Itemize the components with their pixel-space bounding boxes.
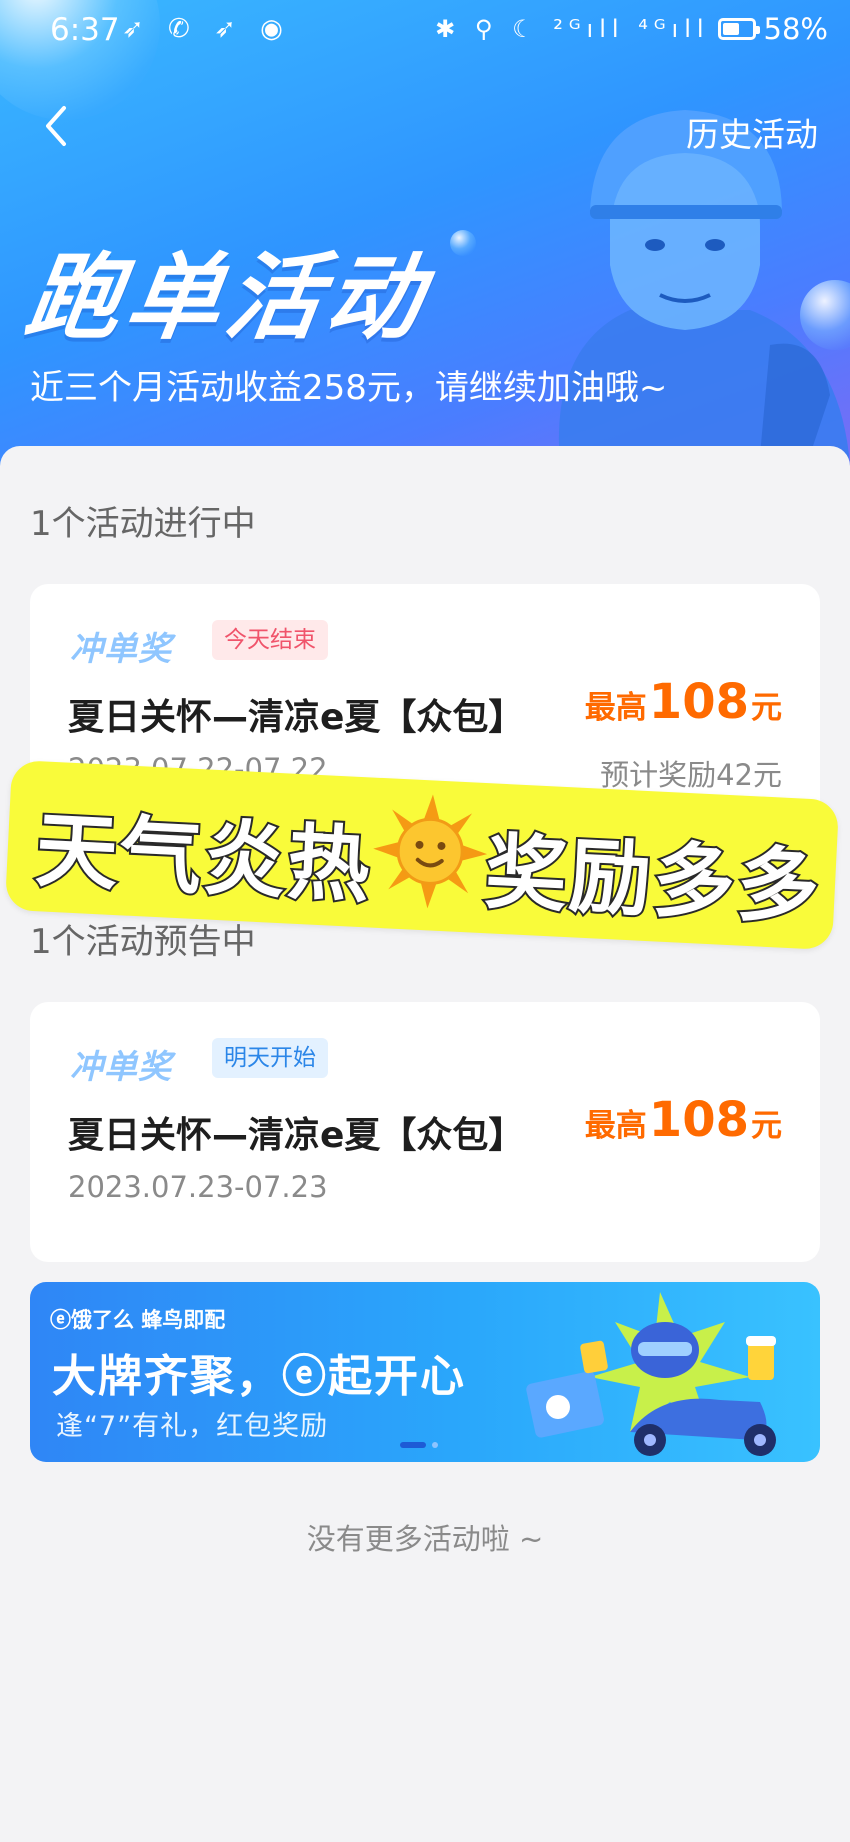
- reward-amount: 108: [648, 1092, 749, 1148]
- activity-title: 夏日关怀—清凉e夏【众包】: [68, 1115, 525, 1156]
- status-badge: 今天结束: [212, 620, 328, 660]
- signal-icons: ✱ ⚲ ☾ ²ᴳıll ⁴ᴳıll: [435, 15, 710, 43]
- battery-percent: 58%: [763, 12, 828, 46]
- activity-type-label: 冲单奖: [70, 629, 172, 668]
- back-arrow-icon[interactable]: [38, 100, 78, 152]
- sticker-text-left: 天气炎热: [31, 801, 375, 916]
- banner-subtitle: 逢“7”有礼，红包奖励: [56, 1411, 329, 1442]
- brand-logos: ⓔ饿了么 蜂鸟即配: [50, 1308, 226, 1332]
- end-of-list-note: 没有更多活动啦 ~: [306, 1522, 544, 1556]
- max-reward: 最高108元: [585, 1092, 782, 1148]
- bubble-decoration: [450, 230, 476, 256]
- hero-header: 6:37 ➶ ✆ ➶ ◉ ✱ ⚲ ☾ ²ᴳıll ⁴ᴳıll 58% 历史活动 …: [0, 0, 850, 470]
- earnings-summary: 近三个月活动收益258元，请继续加油哦~: [30, 368, 668, 408]
- scooter-illustration: [526, 1292, 776, 1456]
- history-activities-link[interactable]: 历史活动: [686, 108, 818, 156]
- sticker-text-right: 奖励多多: [481, 823, 825, 938]
- activity-date: 2023.07.23-07.23: [68, 1170, 328, 1204]
- notification-icons: ➶ ✆ ➶ ◉: [122, 14, 291, 44]
- status-bar: 6:37 ➶ ✆ ➶ ◉ ✱ ⚲ ☾ ²ᴳıll ⁴ᴳıll 58%: [0, 0, 850, 60]
- max-reward: 最高108元: [585, 674, 782, 730]
- upcoming-heading: 1个活动预告中: [30, 922, 256, 962]
- sun-icon: [373, 794, 488, 909]
- page-title: 跑单活动: [19, 244, 435, 353]
- activity-card-upcoming[interactable]: 冲单奖 明天开始 夏日关怀—清凉e夏【众包】 最高108元 2023.07.23…: [30, 1002, 820, 1262]
- reward-unit: 元: [751, 690, 782, 726]
- reward-amount: 108: [648, 674, 749, 730]
- status-right: ✱ ⚲ ☾ ²ᴳıll ⁴ᴳıll 58%: [435, 12, 828, 46]
- carousel-indicator: [400, 1442, 438, 1448]
- promo-banner[interactable]: ⓔ饿了么 蜂鸟即配 大牌齐聚，ⓔ起开心 逢“7”有礼，红包奖励: [30, 1282, 820, 1462]
- status-time: 6:37: [50, 12, 120, 48]
- reward-unit: 元: [751, 1108, 782, 1144]
- reward-prefix: 最高: [584, 690, 647, 726]
- activity-type-label: 冲单奖: [70, 1047, 172, 1086]
- reward-prefix: 最高: [584, 1108, 647, 1144]
- activity-title: 夏日关怀—清凉e夏【众包】: [68, 697, 525, 738]
- battery-icon: [717, 18, 760, 40]
- ongoing-heading: 1个活动进行中: [30, 504, 256, 544]
- banner-title: 大牌齐聚，ⓔ起开心: [52, 1351, 466, 1402]
- status-badge: 明天开始: [212, 1038, 328, 1078]
- expected-reward: 预计奖励42元: [600, 758, 782, 792]
